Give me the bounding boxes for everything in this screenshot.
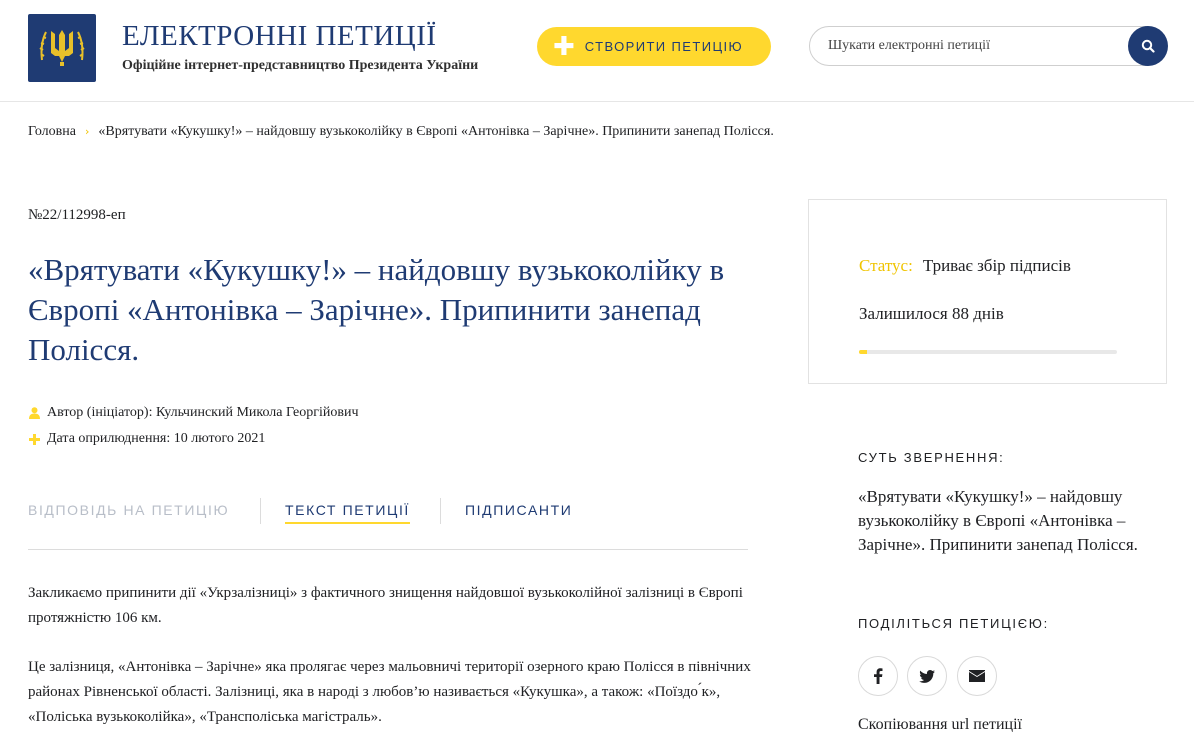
breadcrumb: Головна › «Врятувати «Кукушку!» – найдовшу…	[28, 124, 774, 140]
create-petition-label: СТВОРИТИ ПЕТИЦІЮ	[584, 39, 744, 54]
search-button[interactable]	[1128, 26, 1168, 66]
breadcrumb-current: «Врятувати «Кукушку!» – найдовшу вузькок…	[98, 124, 774, 139]
status-value: Триває збір підписів	[922, 256, 1071, 275]
search-icon	[1141, 39, 1155, 53]
signature-progress-bar	[859, 350, 1117, 354]
breadcrumb-home[interactable]: Головна	[28, 124, 76, 139]
user-icon	[28, 407, 40, 419]
petition-tabs: ВІДПОВІДЬ НА ПЕТИЦІЮ ТЕКСТ ПЕТИЦІЇ ПІДПИ…	[28, 498, 748, 550]
petition-date: Дата оприлюднення: 10 лютого 2021	[28, 431, 265, 447]
status-label: Статус:	[859, 256, 913, 275]
progress-fill	[859, 350, 867, 354]
copy-url-link[interactable]: Скопіювання url петиції	[858, 716, 1022, 734]
share-twitter-button[interactable]	[907, 656, 947, 696]
plus-icon	[28, 433, 40, 445]
trident-icon	[39, 30, 85, 66]
tab-divider	[260, 498, 261, 524]
create-petition-button[interactable]: ✚ СТВОРИТИ ПЕТИЦІЮ	[537, 27, 771, 66]
petition-title: «Врятувати «Кукушку!» – найдовшу вузькок…	[28, 252, 725, 367]
summary-text: «Врятувати «Кукушку!» – найдовшу вузькок…	[858, 487, 1138, 554]
tab-divider	[440, 498, 441, 524]
petition-number: №22/112998-еп	[28, 207, 126, 223]
trident-logo[interactable]	[28, 14, 96, 82]
author-text: Автор (ініціатор): Кульчинский Микола Ге…	[47, 405, 359, 420]
site-header: ЕЛЕКТРОННІ ПЕТИЦІЇ Офіційне інтернет-пре…	[0, 0, 1194, 102]
date-text: Дата оприлюднення: 10 лютого 2021	[47, 431, 266, 446]
days-remaining: Залишилося 88 днів	[859, 304, 1004, 323]
share-email-button[interactable]	[957, 656, 997, 696]
tab-answer[interactable]: ВІДПОВІДЬ НА ПЕТИЦІЮ	[28, 502, 229, 518]
envelope-icon	[969, 670, 985, 682]
petition-paragraph: Це залізниця, «Антонівка – Зарічне» яка …	[28, 659, 751, 725]
plus-icon: ✚	[553, 31, 575, 62]
status-panel: Статус: Триває збір підписів Залишилося 8…	[808, 199, 1167, 384]
chevron-right-icon: ›	[84, 125, 90, 138]
petition-author: Автор (ініціатор): Кульчинский Микола Ге…	[28, 405, 359, 421]
share-heading: ПОДІЛІТЬСЯ ПЕТИЦІЄЮ:	[858, 616, 1049, 631]
facebook-icon	[874, 668, 883, 684]
share-facebook-button[interactable]	[858, 656, 898, 696]
petition-paragraph: Закликаємо припинити дії «Укрзалізниці» …	[28, 585, 743, 626]
site-title[interactable]: ЕЛЕКТРОННІ ПЕТИЦІЇ	[122, 20, 437, 53]
status-line: Статус: Триває збір підписів	[859, 256, 1071, 276]
search-input[interactable]	[828, 27, 1118, 65]
tab-signers[interactable]: ПІДПИСАНТИ	[465, 502, 572, 518]
summary-heading: СУТЬ ЗВЕРНЕННЯ:	[858, 450, 1005, 465]
site-subtitle: Офіційне інтернет-представництво Президе…	[122, 58, 479, 73]
tab-petition-text[interactable]: ТЕКСТ ПЕТИЦІЇ	[285, 502, 410, 524]
search-box	[809, 26, 1168, 66]
twitter-icon	[919, 669, 935, 683]
